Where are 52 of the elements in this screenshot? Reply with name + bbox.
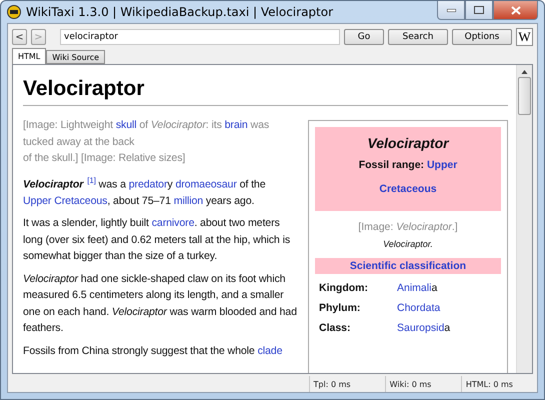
link[interactable]: dromaeosaur [175, 178, 237, 190]
close-icon [510, 6, 520, 14]
image-caption: [Image: Velociraptor.] [357, 221, 459, 233]
row-label: Kingdom: [319, 282, 369, 294]
link[interactable]: brain [224, 119, 248, 131]
link[interactable]: clade [258, 344, 282, 357]
address-field[interactable]: velociraptor [60, 29, 340, 45]
tab[interactable]: Wiki Source [46, 50, 106, 64]
minimize-button[interactable] [437, 1, 465, 20]
paragraph: Velociraptor $^{[1]}$ was a predatory dromaeosaur of the Upper Cretaceous, about 75–71 million years ago. [23, 174, 267, 209]
row-label: Phylum: [319, 302, 362, 314]
close-button[interactable] [493, 1, 538, 20]
go-button[interactable]: Go [344, 29, 384, 45]
row-value: Animalia [397, 282, 438, 294]
scroll-up-icon[interactable] [521, 69, 528, 75]
wikipedia-button[interactable]: W [516, 28, 533, 46]
paragraph: Fossils from China strongly suggest that the whole clade [23, 344, 284, 359]
link[interactable]: Sauropsid [397, 322, 444, 334]
scroll-thumb[interactable] [518, 77, 531, 115]
row-label: Class: [319, 322, 352, 334]
status-text: Wiki: 0 ms [384, 376, 461, 392]
status-text: HTML: 0 ms [460, 376, 537, 392]
link[interactable]: Cretaceous [379, 183, 437, 195]
options-button[interactable]: Options [452, 29, 512, 45]
scrollbar[interactable] [516, 65, 532, 373]
paragraph: Velociraptor had one sickle-shaped claw on its foot which measured 6.5 centimeters along its length, and a smaller one on each hand. Velociraptor was warm blooded and had feathers. [23, 272, 298, 336]
paragraph: It was a slender, lightly built carnivore. about two meters long (over six feet) and 0.62 meters tall at the hip, which is somewhat bigger than the size of a turkey. [23, 216, 292, 264]
infobox-title: Velociraptor [366, 135, 450, 151]
link[interactable]: predator [128, 178, 168, 190]
window-title: WikiTaxi 1.3.0 | WikipediaBackup.taxi | Velociraptor [26, 5, 334, 19]
maximize-icon [474, 6, 484, 14]
maximize-button[interactable] [465, 1, 493, 20]
reference-link[interactable]: [1] [87, 176, 96, 184]
image-caption: [Image: Lightweight skull of Velociraptor: its brain was tucked away at the back of the skull.] [Image: Relative sizes] [23, 118, 270, 166]
search-button[interactable]: Search [388, 29, 448, 45]
article-heading: Velociraptor [23, 77, 508, 106]
tab[interactable]: HTML [12, 48, 46, 64]
caption: Velociraptor. [382, 239, 434, 249]
link[interactable]: carnivore [152, 217, 194, 230]
link[interactable]: Upper Cretaceous [23, 194, 108, 207]
section-header: Scientific classification [315, 258, 501, 274]
link[interactable]: million [174, 194, 204, 207]
status-text: Tpl: 0 ms [308, 376, 385, 392]
link[interactable]: Chordata [397, 302, 440, 314]
back-button[interactable]: < [12, 29, 27, 45]
taxi-logo-icon [7, 5, 21, 19]
fossil-range: Fossil range: Upper Cretaceous [358, 158, 458, 197]
link[interactable]: Animali [397, 282, 432, 294]
link[interactable]: Upper [426, 159, 458, 171]
row-value: Sauropsida [397, 322, 450, 334]
link[interactable]: skull [116, 119, 137, 131]
minimize-icon [446, 8, 456, 12]
